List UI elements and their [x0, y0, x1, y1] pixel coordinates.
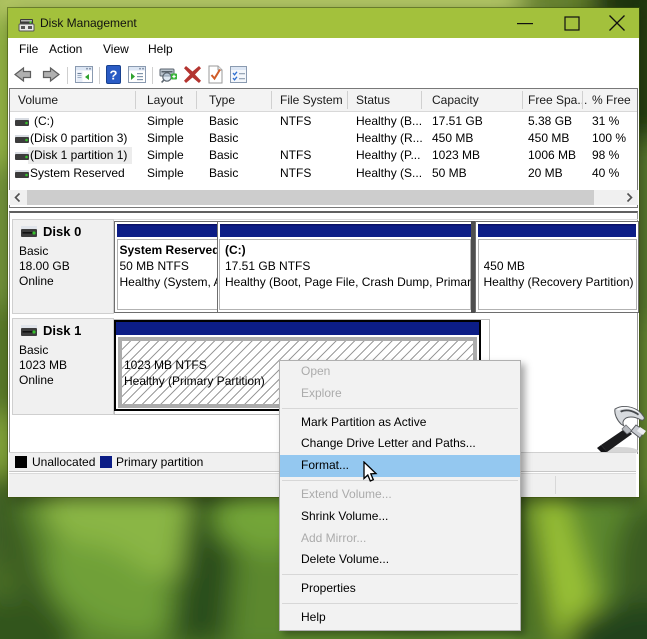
svg-text:?: ?: [110, 68, 118, 83]
